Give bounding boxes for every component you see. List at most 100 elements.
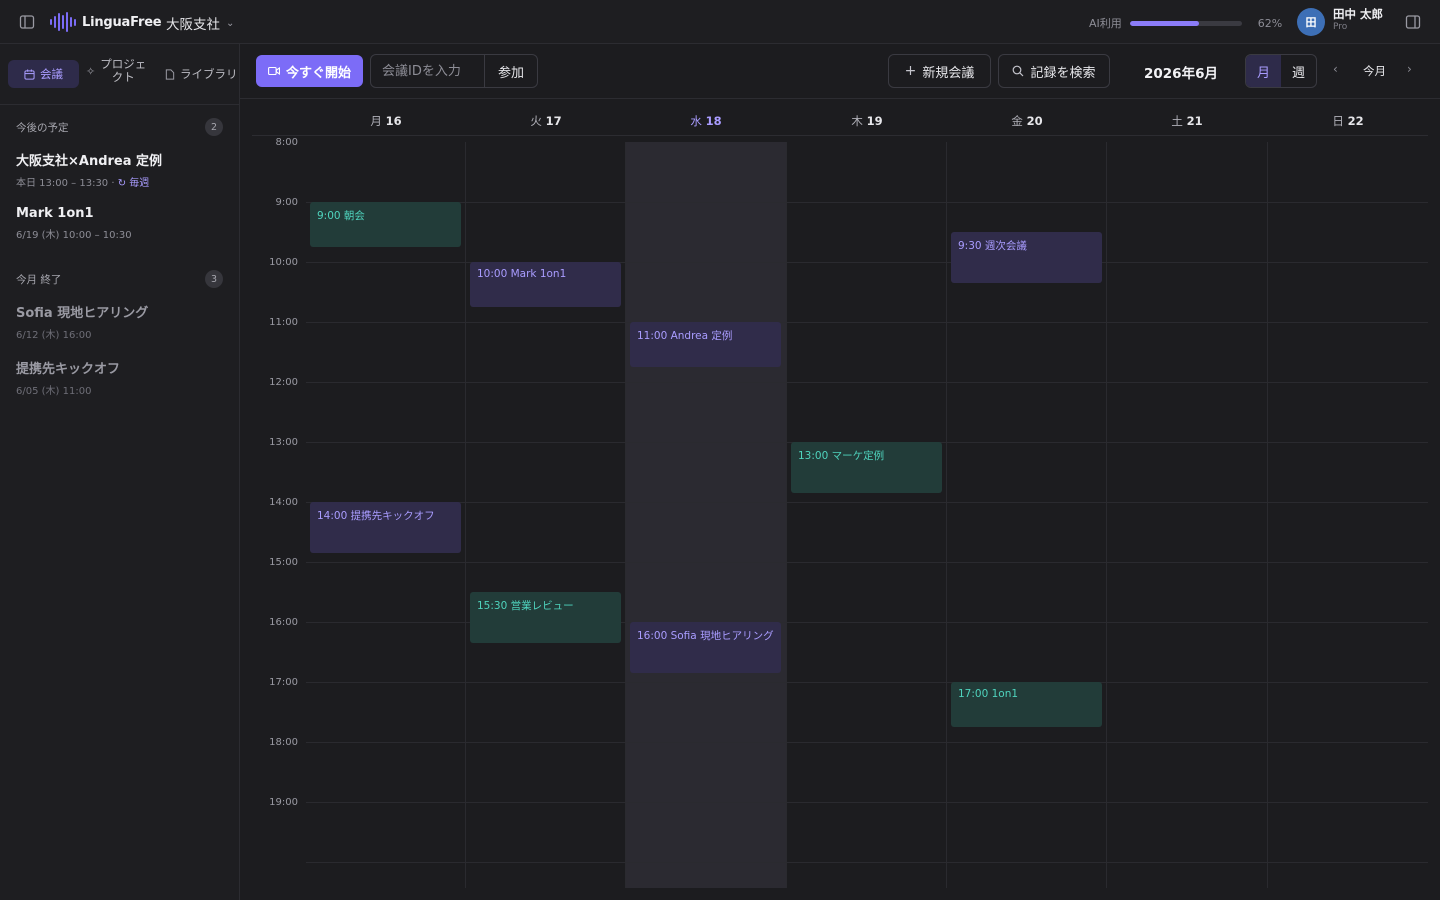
tab-meetings-label: 会議: [40, 67, 63, 81]
org-name: 大阪支社: [166, 17, 220, 33]
column-divider: [946, 142, 947, 888]
hour-label: 14:00: [269, 497, 298, 508]
calendar-event[interactable]: 14:00 提携先キックオフ: [310, 502, 461, 553]
search-icon: [1013, 65, 1024, 77]
tab-meetings[interactable]: 会議: [8, 60, 79, 88]
hour-label: 8:00: [275, 137, 298, 148]
column-divider: [625, 142, 626, 888]
hour-label: 10:00: [269, 257, 298, 268]
item-subtitle: 6/12 (木) 16:00: [16, 330, 92, 341]
day-header[interactable]: 土 21: [1107, 113, 1267, 129]
view-week-button[interactable]: 週: [1281, 55, 1316, 87]
calendar-event[interactable]: 17:00 1on1: [951, 682, 1102, 727]
repeat-badge: ↻ 毎週: [117, 178, 150, 189]
hour-line: [306, 502, 1428, 503]
sparkle-icon: ✧: [86, 64, 96, 78]
hour-line: [306, 322, 1428, 323]
ai-usage-bar: [1129, 20, 1242, 26]
hour-label: 17:00: [269, 677, 298, 688]
list-item[interactable]: 提携先キックオフ 6/05 (木) 11:00: [16, 358, 226, 397]
start-now-label: 今すぐ開始: [285, 65, 351, 81]
hour-line: [306, 862, 1428, 863]
calendar-event[interactable]: 11:00 Andrea 定例: [630, 322, 781, 367]
today-column-highlight: [626, 142, 787, 888]
waveform-logo-icon: [50, 12, 76, 32]
meeting-id-input[interactable]: [371, 55, 485, 87]
search-records-button[interactable]: 記録を検索: [998, 54, 1110, 88]
start-now-button[interactable]: 今すぐ開始: [256, 55, 363, 87]
list-item[interactable]: Sofia 現地ヒアリング 6/12 (木) 16:00: [16, 302, 226, 341]
new-meeting-button[interactable]: + 新規会議: [888, 54, 991, 88]
day-header[interactable]: 木 19: [787, 113, 947, 129]
calendar-event[interactable]: 9:00 朝会: [310, 202, 461, 247]
list-item[interactable]: 大阪支社×Andrea 定例 本日 13:00 – 13:30 · ↻ 毎週: [16, 150, 226, 189]
day-date: 17: [545, 114, 562, 128]
user-info[interactable]: 田中 太郎 Pro: [1333, 8, 1383, 33]
ai-usage-label: AI利用: [1089, 17, 1122, 30]
day-header[interactable]: 火 17: [466, 113, 626, 129]
calendar-event[interactable]: 15:30 営業レビュー: [470, 592, 621, 643]
file-icon: [165, 68, 175, 80]
hour-line: [306, 202, 1428, 203]
video-icon: [268, 66, 280, 76]
chevron-left-icon[interactable]: ‹: [1333, 62, 1338, 76]
day-date: 20: [1026, 114, 1043, 128]
ai-usage: AI利用 62%: [1089, 15, 1282, 31]
done-heading-label: 今月 終了: [16, 273, 62, 286]
list-item[interactable]: Mark 1on1 6/19 (木) 10:00 – 10:30: [16, 206, 226, 241]
search-records-label: 記録を検索: [1030, 65, 1096, 81]
item-title: Sofia 現地ヒアリング: [16, 306, 149, 321]
day-of-week: 木: [851, 114, 867, 128]
item-title: 提携先キックオフ: [16, 362, 121, 377]
day-header[interactable]: 日 22: [1268, 113, 1428, 129]
toggle-right-panel-icon[interactable]: [1404, 13, 1422, 31]
view-month-button[interactable]: 月: [1246, 55, 1281, 87]
hour-line: [306, 562, 1428, 563]
app-logo[interactable]: LinguaFree: [50, 12, 162, 32]
hour-label: 12:00: [269, 377, 298, 388]
done-heading: 今月 終了 3: [16, 270, 223, 288]
hour-line: [306, 682, 1428, 683]
column-divider: [465, 142, 466, 888]
view-toggle: 月 週: [1245, 54, 1317, 88]
tab-projects-label: プロジェクト: [100, 57, 147, 85]
hour-label: 19:00: [269, 797, 298, 808]
hour-label: 16:00: [269, 617, 298, 628]
toggle-sidebar-icon[interactable]: [18, 13, 36, 31]
day-of-week: 火: [530, 114, 546, 128]
hour-label: 15:00: [269, 557, 298, 568]
day-date: 21: [1186, 114, 1203, 128]
tab-library[interactable]: ライブラリ: [165, 66, 238, 82]
day-header[interactable]: 月 16: [306, 113, 466, 129]
day-header[interactable]: 水 18: [626, 113, 786, 129]
day-date: 16: [385, 114, 402, 128]
calendar-event[interactable]: 16:00 Sofia 現地ヒアリング: [630, 622, 781, 673]
item-title: Mark 1on1: [16, 206, 94, 221]
day-date: 18: [705, 114, 722, 128]
hour-label: 18:00: [269, 737, 298, 748]
item-subtitle: 本日 13:00 – 13:30 · ↻ 毎週: [16, 174, 226, 189]
column-divider: [1267, 142, 1268, 888]
day-of-week: 土: [1171, 114, 1187, 128]
app-name: LinguaFree: [82, 14, 162, 30]
chevron-right-icon[interactable]: ›: [1407, 62, 1412, 76]
app-window: LinguaFree 大阪支社 ⌄ AI利用 62% 田 田中 太郎 Pro 会…: [0, 0, 1440, 900]
calendar-event[interactable]: 9:30 週次会議: [951, 232, 1102, 283]
day-date: 22: [1347, 114, 1364, 128]
item-time: 本日 13:00 – 13:30 ·: [16, 178, 115, 189]
calendar-event[interactable]: 10:00 Mark 1on1: [470, 262, 621, 307]
user-plan: Pro: [1333, 21, 1348, 32]
join-button[interactable]: 参加: [485, 55, 537, 87]
join-group: 参加: [370, 54, 538, 88]
user-name: 田中 太郎: [1333, 7, 1384, 21]
calendar-event[interactable]: 13:00 マーケ定例: [791, 442, 942, 493]
day-of-week: 月: [370, 114, 386, 128]
chevron-down-icon: ⌄: [226, 17, 235, 29]
org-switcher[interactable]: 大阪支社 ⌄: [166, 13, 234, 33]
tab-projects[interactable]: ✧ プロジェクト: [86, 57, 156, 85]
day-header[interactable]: 金 20: [947, 113, 1107, 129]
day-of-week: 水: [690, 114, 706, 128]
toolbar: 今すぐ開始 参加 + 新規会議 記録を検索 2026年6月 月 週 ‹ 今月 ›: [240, 44, 1440, 99]
avatar[interactable]: 田: [1297, 8, 1325, 36]
today-button[interactable]: 今月: [1363, 63, 1386, 79]
